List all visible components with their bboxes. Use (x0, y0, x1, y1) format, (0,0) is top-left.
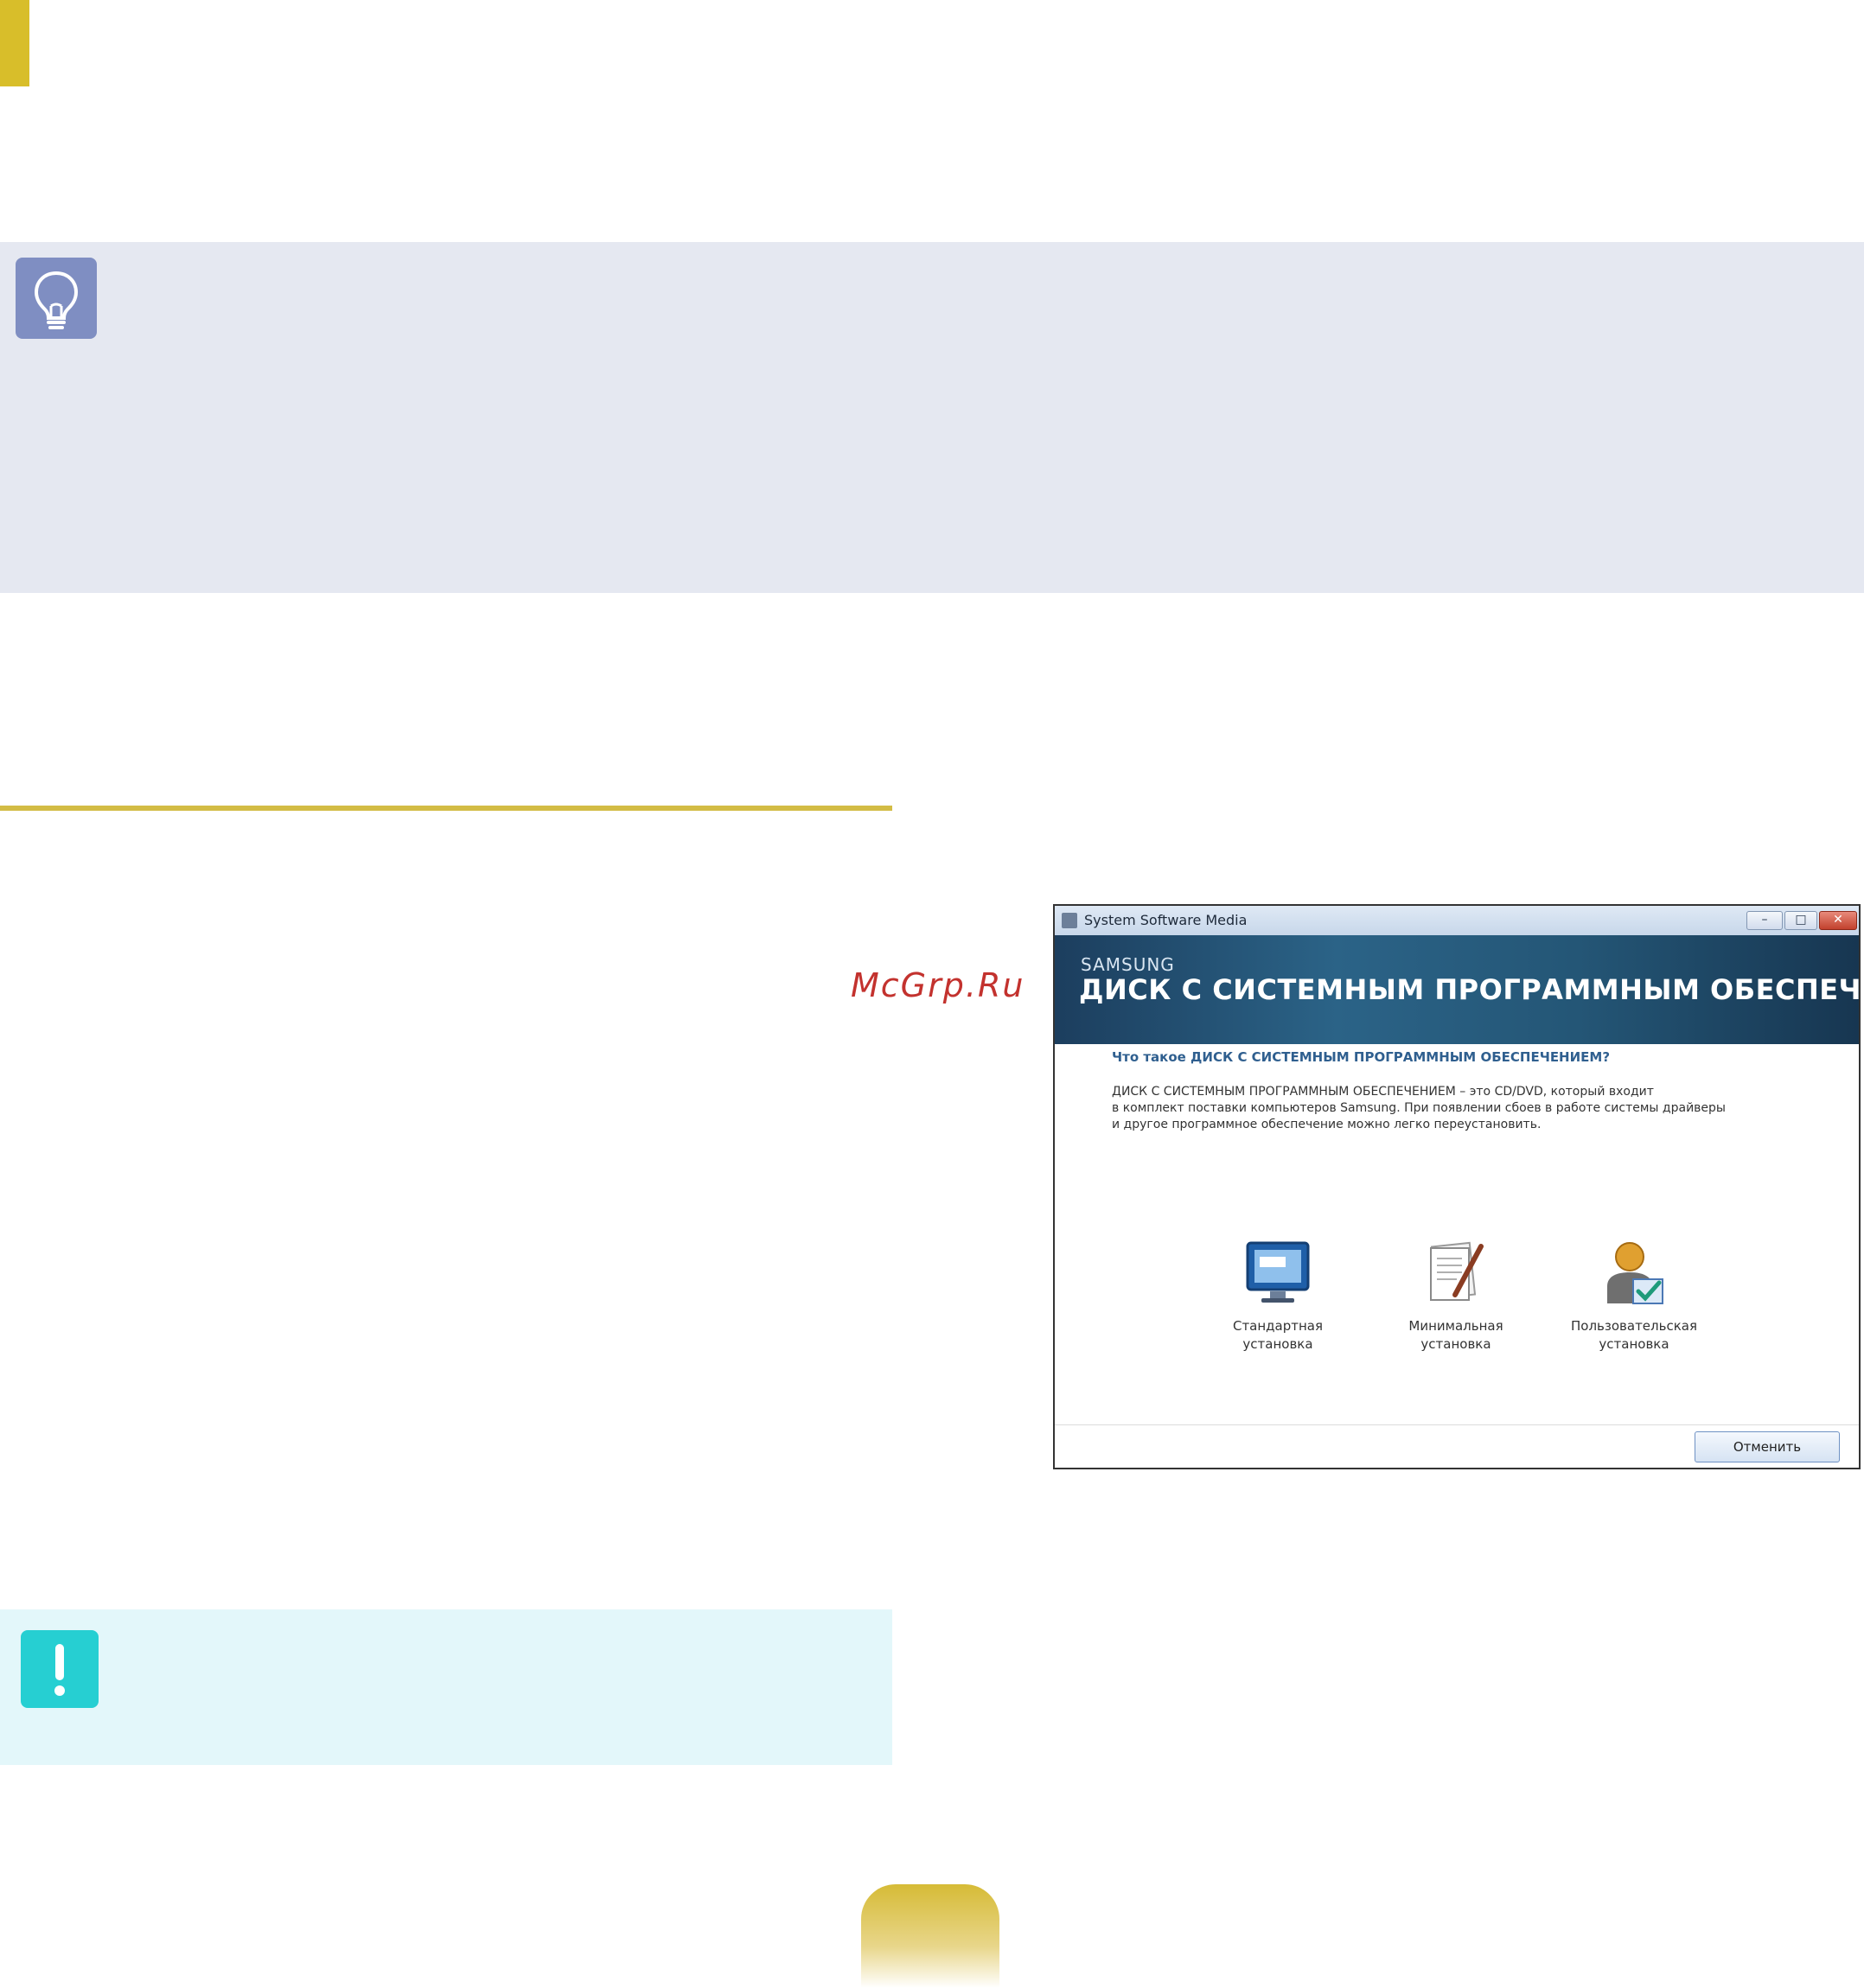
window-title: System Software Media (1084, 912, 1248, 928)
minimize-button[interactable]: – (1746, 911, 1783, 930)
option-label: установка (1420, 1336, 1491, 1352)
window-description: ДИСК С СИСТЕМНЫМ ПРОГРАММНЫМ ОБЕСПЕЧЕНИЕ… (1112, 1084, 1821, 1133)
exclamation-icon (21, 1630, 99, 1708)
monitor-icon (1239, 1234, 1317, 1312)
watermark: McGrp.Ru (851, 966, 1025, 1004)
corner-tab (0, 0, 29, 86)
lightbulb-icon (16, 258, 97, 339)
option-label: установка (1242, 1336, 1313, 1352)
option-label: установка (1599, 1336, 1669, 1352)
window-titlebar: System Software Media – □ ✕ (1055, 906, 1859, 936)
brand-logo: SAMSUNG (1081, 954, 1175, 975)
tip-panel (0, 242, 1864, 593)
document-pen-icon (1417, 1234, 1495, 1312)
standard-install-option[interactable]: Стандартная установка (1200, 1234, 1356, 1354)
banner-title: ДИСК С СИСТЕМНЫМ ПРОГРАММНЫМ ОБЕСПЕЧЕНИЕ… (1079, 973, 1861, 1006)
warning-panel (0, 1609, 892, 1765)
app-icon (1062, 913, 1077, 928)
description-line: и другое программное обеспечение можно л… (1112, 1118, 1542, 1131)
page-number-tab (861, 1884, 999, 1988)
description-line: ДИСК С СИСТЕМНЫМ ПРОГРАММНЫМ ОБЕСПЕЧЕНИЕ… (1112, 1085, 1654, 1099)
option-label: Стандартная (1232, 1318, 1324, 1334)
option-label: Пользовательская (1571, 1318, 1697, 1334)
cancel-button[interactable]: Отменить (1695, 1431, 1840, 1462)
close-button[interactable]: ✕ (1819, 911, 1857, 930)
option-label: Минимальная (1408, 1318, 1503, 1334)
maximize-button[interactable]: □ (1784, 911, 1817, 930)
minimal-install-option[interactable]: Минимальная установка (1378, 1234, 1534, 1354)
user-check-icon (1595, 1234, 1673, 1312)
custom-install-option[interactable]: Пользовательская установка (1556, 1234, 1712, 1354)
window-heading: Что такое ДИСК С СИСТЕМНЫМ ПРОГРАММНЫМ О… (1112, 1049, 1611, 1065)
section-divider (0, 806, 892, 811)
description-line: в комплект поставки компьютеров Samsung.… (1112, 1101, 1726, 1115)
software-media-window: System Software Media – □ ✕ SAMSUNG ДИСК… (1053, 904, 1861, 1469)
